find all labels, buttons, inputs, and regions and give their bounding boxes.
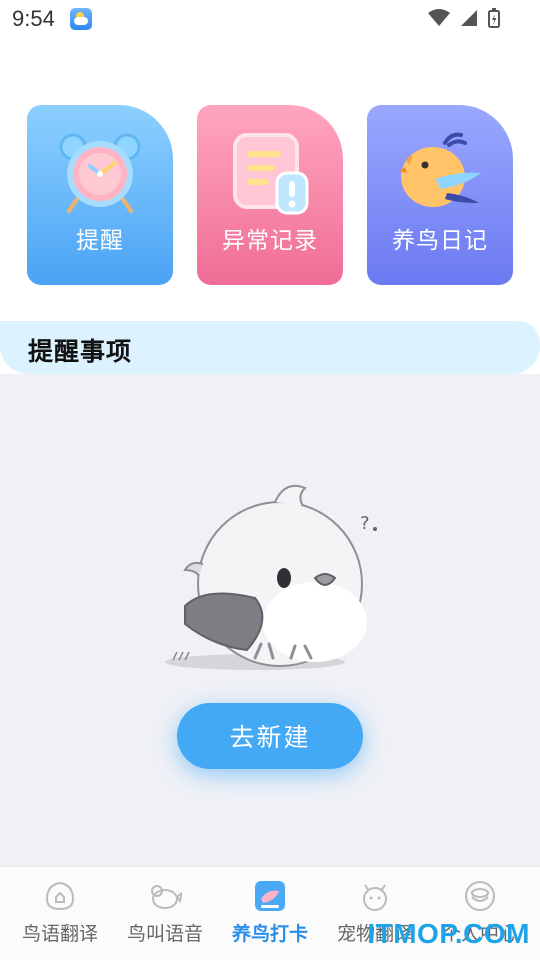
watermark: ITMOP.COM: [367, 918, 530, 949]
bird-talk-icon: [45, 881, 75, 911]
abnormal-record-card[interactable]: 异常记录: [197, 105, 343, 285]
reminder-card-label: 提醒: [76, 228, 124, 254]
reminder-list-area: ? 去新建: [0, 374, 540, 866]
pet-icon: [363, 884, 387, 911]
status-bar: 9:54: [0, 0, 540, 40]
alarm-clock-icon: [59, 133, 141, 213]
empty-state-bird-illustration: ?: [165, 484, 377, 670]
battery-icon: [488, 8, 500, 28]
document-alert-icon: [233, 133, 309, 215]
status-icons: [428, 8, 500, 28]
svg-text:?: ?: [360, 513, 370, 534]
section-header: 提醒事项: [0, 321, 540, 374]
abnormal-record-card-label: 异常记录: [222, 228, 318, 254]
signal-icon: [461, 10, 477, 26]
nav-label: 鸟语翻译: [21, 923, 98, 945]
nav-item-bird-call[interactable]: 鸟叫语音: [111, 867, 219, 960]
status-time: 9:54: [12, 6, 55, 31]
bird-diary-card[interactable]: 养鸟日记: [367, 105, 513, 285]
nav-label: 鸟叫语音: [126, 923, 203, 945]
create-new-button[interactable]: 去新建: [177, 703, 363, 769]
profile-icon: [465, 881, 495, 911]
reminder-card[interactable]: 提醒: [27, 105, 173, 285]
bird-diary-card-label: 养鸟日记: [392, 228, 488, 254]
nav-item-bird-checkin[interactable]: 养鸟打卡: [216, 867, 324, 960]
checkin-icon: [255, 881, 285, 911]
nav-item-bird-translate[interactable]: 鸟语翻译: [6, 867, 114, 960]
section-title: 提醒事项: [28, 337, 133, 366]
wifi-icon: [428, 9, 450, 26]
bird-icon: [399, 132, 481, 207]
weather-app-icon: [70, 8, 92, 30]
bird-call-icon: [151, 885, 182, 909]
nav-label: 养鸟打卡: [231, 923, 308, 945]
